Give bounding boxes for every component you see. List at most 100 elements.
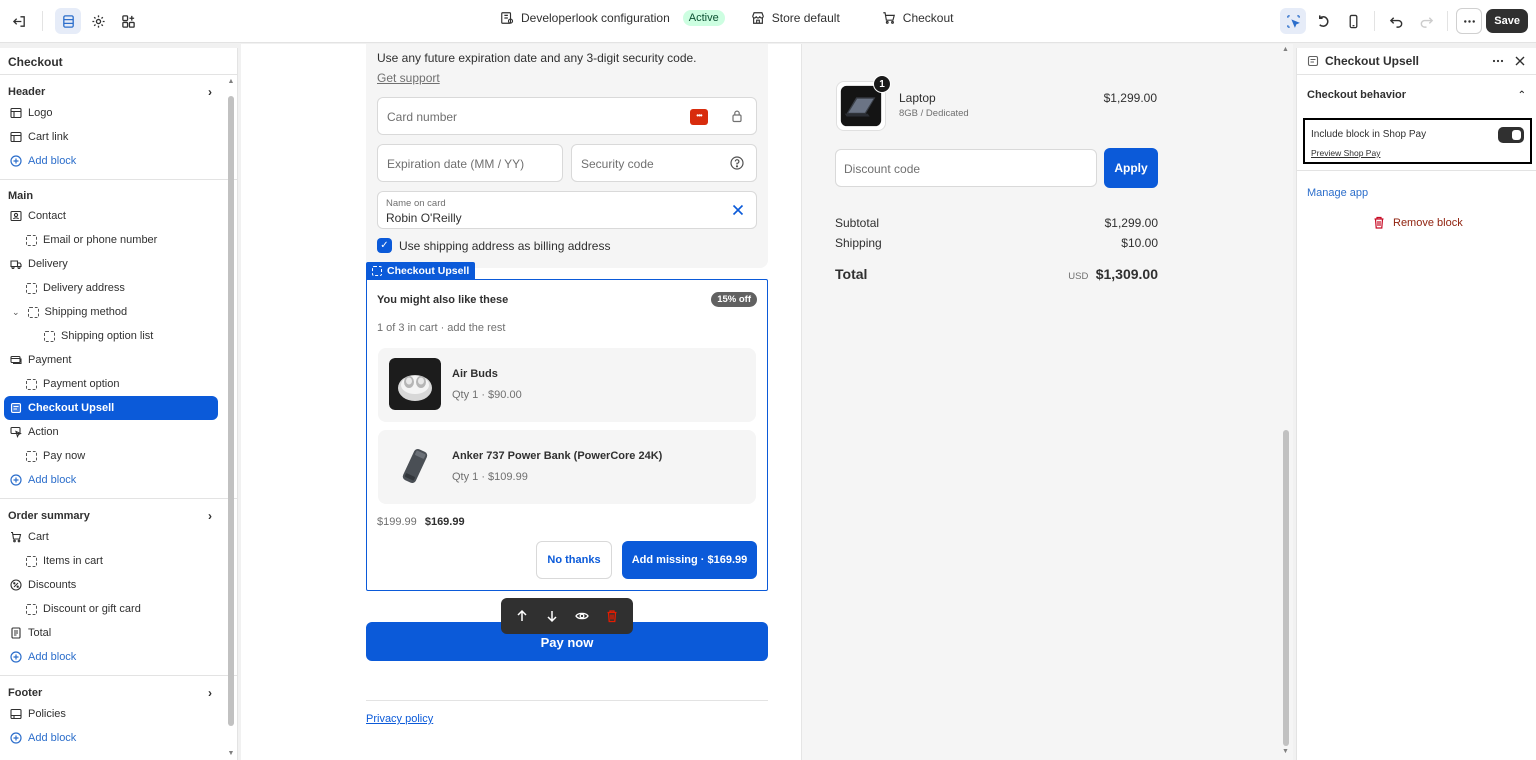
sidebar-item-email[interactable]: Email or phone number xyxy=(0,228,220,252)
sidebar-item-payment-option[interactable]: Payment option xyxy=(0,372,220,396)
sidebar-header-toggle[interactable]: Header › xyxy=(0,79,220,101)
move-up-icon[interactable] xyxy=(515,609,529,623)
subtotal-value: $1,299.00 xyxy=(1104,216,1158,230)
apply-discount-button[interactable]: Apply xyxy=(1104,148,1158,188)
sidebar-item-checkout-upsell[interactable]: Checkout Upsell xyxy=(4,396,218,420)
page-name: Checkout xyxy=(902,11,954,25)
store-selector[interactable]: Store default xyxy=(751,11,840,25)
checkout-upsell-tag[interactable]: Checkout Upsell xyxy=(366,262,476,279)
sidebar-item-pay-now[interactable]: Pay now xyxy=(0,444,220,468)
more-options-icon[interactable] xyxy=(1492,55,1504,67)
scroll-up-icon[interactable]: ▲ xyxy=(227,78,235,85)
close-icon[interactable] xyxy=(1514,55,1526,67)
sidebar-item-cart[interactable]: Cart xyxy=(0,525,220,549)
sidebar-item-total[interactable]: Total xyxy=(0,621,220,645)
add-block-label: Add block xyxy=(28,732,77,744)
sidebar-section-order-summary: Order summary › Cart Items in cart Disco… xyxy=(0,499,237,676)
refresh-icon[interactable] xyxy=(1310,8,1336,34)
sidebar-item-discounts[interactable]: Discounts xyxy=(0,573,220,597)
sidebar-section-main: Main Contact Email or phone number Deliv… xyxy=(0,180,237,499)
exit-icon[interactable] xyxy=(6,8,32,34)
main-add-block-button[interactable]: Add block xyxy=(0,468,220,492)
sidebar-item-cart-link[interactable]: Cart link xyxy=(0,125,220,149)
mobile-preview-icon[interactable] xyxy=(1340,8,1366,34)
plus-circle-icon xyxy=(10,474,22,486)
remove-block-button[interactable]: Remove block xyxy=(1373,216,1463,229)
sidebar-item-shipping-option-list[interactable]: Shipping option list xyxy=(0,324,220,348)
order-summary-add-block-button[interactable]: Add block xyxy=(0,645,220,669)
shop-pay-setting: Include block in Shop Pay Preview Shop P… xyxy=(1303,118,1532,164)
add-missing-button[interactable]: Add missing · $169.99 xyxy=(622,541,757,579)
sidebar-item-action[interactable]: Action xyxy=(0,420,220,444)
header-add-block-button[interactable]: Add block xyxy=(0,149,220,173)
sidebar-item-logo[interactable]: Logo xyxy=(0,101,220,125)
save-button[interactable]: Save xyxy=(1486,9,1528,33)
sidebar-item-label: Checkout Upsell xyxy=(28,402,115,414)
get-support-link[interactable]: Get support xyxy=(377,71,440,85)
panel-divider xyxy=(1297,170,1536,171)
block-floating-toolbar xyxy=(501,598,633,634)
sidebar-item-items-in-cart[interactable]: Items in cart xyxy=(0,549,220,573)
manage-app-link[interactable]: Manage app xyxy=(1307,187,1368,199)
help-circle-icon[interactable] xyxy=(730,156,744,170)
old-price: $199.99 xyxy=(377,516,417,528)
shipping-value: $10.00 xyxy=(1121,236,1158,250)
sidebar-item-label: Discounts xyxy=(28,579,77,591)
scrollbar-thumb[interactable] xyxy=(228,96,234,726)
power-bank-image xyxy=(389,440,441,492)
upsell-product-name: Anker 737 Power Bank (PowerCore 24K) xyxy=(452,450,663,462)
preview-shop-pay-link[interactable]: Preview Shop Pay xyxy=(1311,148,1380,158)
scrollbar-thumb[interactable] xyxy=(1283,430,1289,746)
inspector-icon[interactable] xyxy=(1280,8,1307,34)
sidebar-scrollbar[interactable]: ▲ ▼ xyxy=(227,78,235,760)
preview-scrollbar[interactable]: ▲ ▼ xyxy=(1281,44,1291,760)
scroll-up-icon[interactable]: ▲ xyxy=(1282,46,1289,53)
more-options-icon[interactable] xyxy=(1456,8,1483,34)
sidebar-item-discount-or-gift-card[interactable]: Discount or gift card xyxy=(0,597,220,621)
section-label: Checkout behavior xyxy=(1307,89,1407,101)
currency-code: USD xyxy=(1068,271,1089,282)
billing-address-checkbox[interactable]: ✓ Use shipping address as billing addres… xyxy=(377,238,610,253)
section-label: Order summary xyxy=(8,510,90,522)
page-selector[interactable]: Checkout xyxy=(882,11,954,25)
delete-trash-icon[interactable] xyxy=(605,609,619,623)
settings-gear-icon[interactable] xyxy=(85,8,111,34)
payment-icon xyxy=(10,355,22,365)
billing-checkbox-label: Use shipping address as billing address xyxy=(399,238,611,253)
sidebar-item-contact[interactable]: Contact xyxy=(0,204,220,228)
discount-code-input[interactable]: Discount code xyxy=(835,149,1097,187)
upsell-subtitle: 1 of 3 in cart · add the rest xyxy=(377,322,506,334)
config-selector[interactable]: Developerlook configuration Active xyxy=(500,10,725,26)
checkout-upsell-block[interactable]: You might also like these 15% off 1 of 3… xyxy=(366,279,768,591)
expiration-date-field[interactable]: Expiration date (MM / YY) xyxy=(377,144,563,182)
chevron-down-icon[interactable]: ⌄ xyxy=(12,307,20,318)
scroll-down-icon[interactable]: ▼ xyxy=(227,750,235,757)
sidebar-item-shipping-method[interactable]: ⌄ Shipping method xyxy=(0,300,220,324)
no-thanks-button[interactable]: No thanks xyxy=(536,541,612,579)
sidebar-item-policies[interactable]: Policies xyxy=(0,702,220,726)
sidebar-footer-toggle[interactable]: Footer › xyxy=(0,680,220,702)
apps-icon[interactable] xyxy=(115,8,141,34)
security-code-field[interactable]: Security code xyxy=(571,144,757,182)
sidebar-item-delivery[interactable]: Delivery xyxy=(0,252,220,276)
move-down-icon[interactable] xyxy=(545,609,559,623)
sections-icon[interactable] xyxy=(55,8,81,34)
sidebar-item-payment[interactable]: Payment xyxy=(0,348,220,372)
product-name: Laptop xyxy=(899,91,936,105)
plus-circle-icon xyxy=(10,732,22,744)
sidebar-order-summary-toggle[interactable]: Order summary › xyxy=(0,503,220,525)
name-on-card-label: Name on card xyxy=(386,198,446,209)
card-number-field[interactable]: Card number ••• xyxy=(377,97,757,135)
include-in-shop-pay-toggle[interactable] xyxy=(1498,127,1524,143)
undo-icon[interactable] xyxy=(1383,8,1409,34)
scroll-down-icon[interactable]: ▼ xyxy=(1282,748,1289,755)
sidebar: Checkout Header › Logo Cart link Add blo… xyxy=(0,48,238,760)
sidebar-item-delivery-address[interactable]: Delivery address xyxy=(0,276,220,300)
name-on-card-field[interactable]: Name on card Robin O'Reilly xyxy=(377,191,757,229)
footer-add-block-button[interactable]: Add block xyxy=(0,726,220,750)
checkout-behavior-section-toggle[interactable]: Checkout behavior ⌃ xyxy=(1297,75,1536,115)
clear-icon[interactable] xyxy=(730,202,746,218)
privacy-policy-link[interactable]: Privacy policy xyxy=(366,713,433,725)
visibility-eye-icon[interactable] xyxy=(575,609,589,623)
redo-icon[interactable] xyxy=(1413,8,1439,34)
